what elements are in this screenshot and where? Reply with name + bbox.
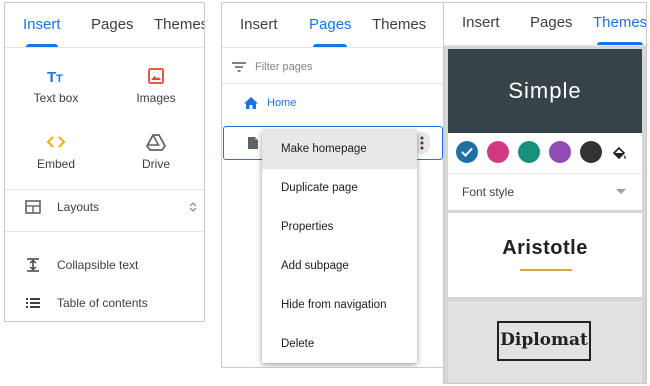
embed-label: Embed (36, 157, 76, 171)
tab-themes[interactable]: Themes (593, 3, 646, 45)
expand-collapse-icon[interactable] (188, 201, 198, 213)
tab-bar: Insert Pages Themes (5, 3, 204, 48)
collapsible-text-icon (27, 258, 39, 272)
page-icon (248, 137, 258, 149)
drive-icon (146, 134, 166, 151)
theme-simple-preview[interactable]: Simple (448, 49, 642, 133)
theme-card-aristotle[interactable]: Aristotle (448, 213, 642, 297)
themes-panel: Insert Pages Themes Simple Font style Ar… (443, 2, 647, 384)
menu-item-hide-from-navigation[interactable]: Hide from navigation (262, 286, 417, 325)
accent-underline (520, 269, 572, 271)
tab-insert[interactable]: Insert (23, 3, 61, 47)
drive-button[interactable]: Drive (111, 133, 201, 171)
theme-card-simple[interactable]: Simple Font style (448, 49, 642, 210)
text-box-button[interactable]: T T Text box (11, 67, 101, 105)
layouts-icon (25, 200, 41, 214)
filter-icon (232, 62, 246, 72)
layouts-row[interactable]: Layouts (5, 189, 204, 225)
page-item-home[interactable]: Home (222, 87, 444, 119)
theme-simple-title: Simple (508, 78, 582, 103)
page-context-menu: Make homepage Duplicate page Properties … (262, 130, 417, 363)
tab-insert[interactable]: Insert (240, 3, 278, 47)
images-button[interactable]: Images (111, 67, 201, 105)
tab-pages[interactable]: Pages (309, 3, 352, 47)
tab-bar: Insert Pages Themes (222, 3, 444, 48)
menu-item-properties[interactable]: Properties (262, 208, 417, 247)
color-swatch-purple[interactable] (549, 141, 571, 163)
more-vertical-icon (420, 136, 424, 150)
text-box-icon: T T (47, 69, 63, 85)
images-label: Images (136, 91, 176, 105)
theme-card-diplomat[interactable]: Diplomat (448, 301, 642, 383)
menu-item-delete[interactable]: Delete (262, 325, 417, 364)
paint-bucket-icon[interactable] (611, 145, 627, 161)
tab-themes[interactable]: Themes (372, 3, 426, 47)
table-of-contents-label: Table of contents (57, 296, 148, 310)
menu-item-duplicate-page[interactable]: Duplicate page (262, 169, 417, 208)
menu-item-make-homepage[interactable]: Make homepage (262, 130, 417, 169)
filter-pages-placeholder: Filter pages (255, 61, 313, 73)
font-style-dropdown[interactable]: Font style (448, 173, 642, 210)
embed-button[interactable]: Embed (11, 133, 101, 171)
home-label: Home (267, 97, 297, 109)
color-swatch-blue[interactable] (456, 141, 478, 163)
theme-aristotle-title: Aristotle (502, 237, 588, 259)
tab-bar: Insert Pages Themes (444, 3, 646, 46)
font-style-label: Font style (462, 185, 515, 199)
text-box-label: Text box (33, 91, 79, 105)
check-icon (461, 147, 473, 157)
filter-pages-field[interactable]: Filter pages (222, 51, 444, 84)
tab-pages[interactable]: Pages (530, 3, 573, 45)
tab-themes[interactable]: Themes (154, 3, 204, 47)
color-swatch-pink[interactable] (487, 141, 509, 163)
color-swatch-teal[interactable] (518, 141, 540, 163)
embed-icon (46, 136, 66, 148)
layouts-label: Layouts (57, 200, 100, 214)
image-icon (148, 68, 164, 84)
tab-pages[interactable]: Pages (91, 3, 134, 47)
svg-text:T: T (56, 73, 63, 85)
theme-diplomat-title: Diplomat (497, 321, 591, 361)
collapsible-text-label: Collapsible text (57, 258, 139, 272)
home-icon (244, 97, 258, 109)
menu-item-add-subpage[interactable]: Add subpage (262, 247, 417, 286)
drive-label: Drive (141, 157, 170, 171)
insert-panel: Insert Pages Themes T T Text box Images … (4, 2, 205, 322)
pages-panel: Insert Pages Themes Filter pages Home Ma… (221, 2, 445, 368)
svg-text:T: T (47, 69, 56, 85)
divider (5, 231, 204, 232)
color-swatch-black[interactable] (580, 141, 602, 163)
chevron-down-icon (616, 189, 626, 194)
collapsible-text-row[interactable]: Collapsible text (5, 247, 204, 283)
tab-insert[interactable]: Insert (462, 3, 500, 45)
table-of-contents-row[interactable]: Table of contents (5, 285, 204, 321)
table-of-contents-icon (26, 298, 40, 308)
